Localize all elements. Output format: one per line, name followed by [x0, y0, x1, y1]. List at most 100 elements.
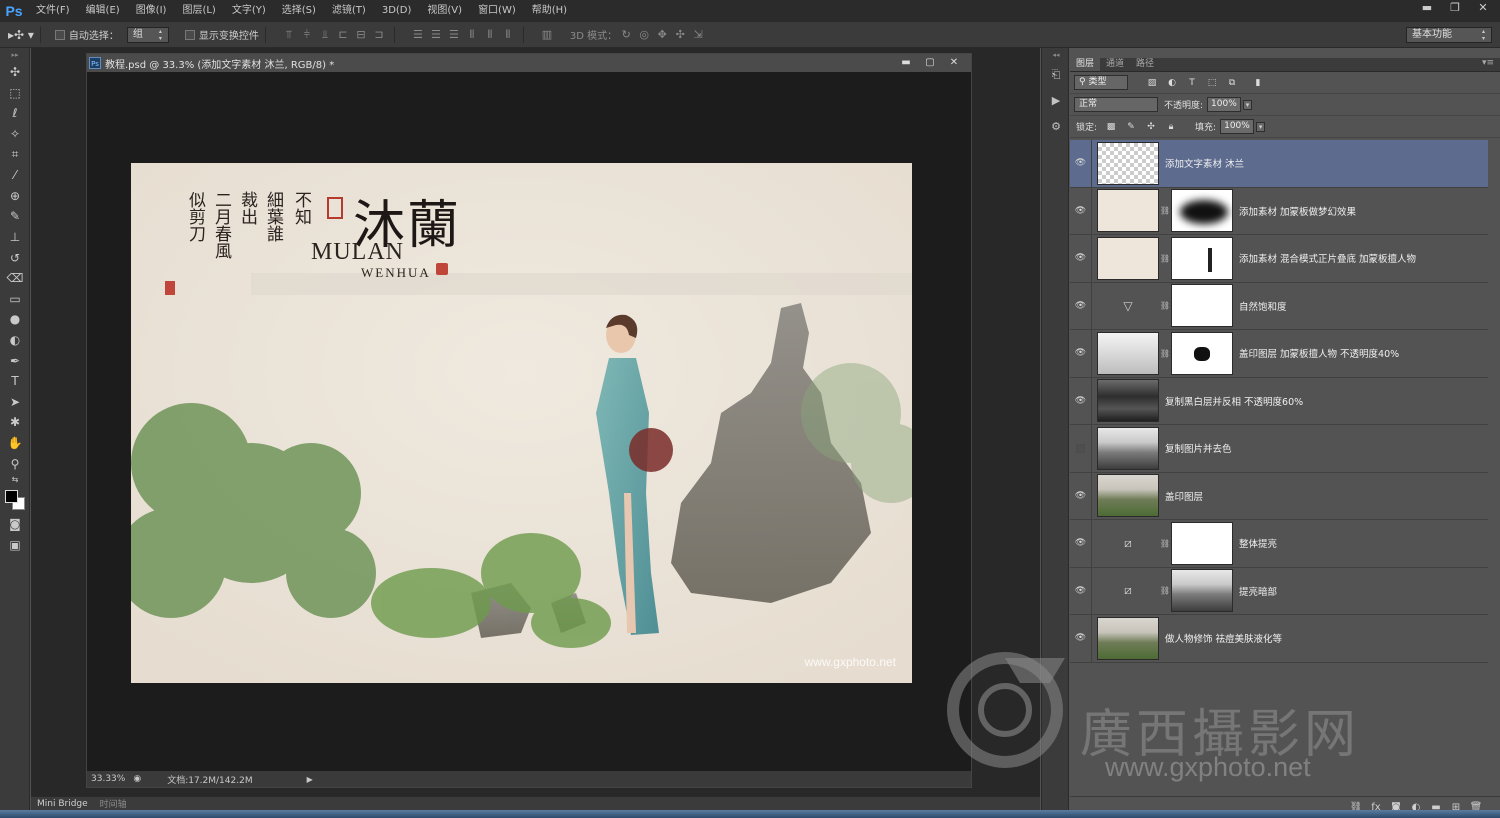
type-tool-icon[interactable]: T	[0, 371, 30, 392]
layer-name[interactable]: 做人物修饰 祛痘美肤液化等	[1165, 631, 1282, 645]
layer-row[interactable]: 👁︎ ▽ ⛓ 自然饱和度	[1070, 282, 1488, 330]
visibility-eye-icon[interactable]: 👁︎	[1070, 234, 1092, 282]
actions-panel-icon[interactable]: ▶	[1042, 88, 1070, 114]
distribute-top-icon[interactable]: ☰	[412, 28, 424, 41]
align-left-icon[interactable]: ⊏	[337, 28, 349, 41]
menu-edit[interactable]: 编辑(E)	[78, 0, 128, 22]
filter-kind-dropdown[interactable]: ⚲ 类型	[1074, 75, 1128, 90]
color-swatches[interactable]	[0, 486, 30, 514]
canvas-image[interactable]: 沐蘭 MULAN WENHUA 不知 細葉誰 裁出 二月春風 似剪刀 www.g…	[131, 163, 912, 683]
layer-name[interactable]: 添加文字素材 沐兰	[1165, 156, 1244, 170]
zoom-level[interactable]: 33.33%	[91, 774, 125, 784]
layer-row[interactable]: 👁︎ ⛓ 盖印图层 加蒙板擅人物 不透明度40%	[1070, 329, 1488, 378]
lock-transparent-icon[interactable]: ▩	[1105, 121, 1117, 133]
path-selection-tool-icon[interactable]: ➤	[0, 392, 30, 413]
dodge-tool-icon[interactable]: ◐	[0, 330, 30, 351]
distribute-right-icon[interactable]: ⦀	[502, 28, 514, 41]
align-bottom-icon[interactable]: ⫫	[319, 28, 331, 41]
layer-name[interactable]: 复制图片并去色	[1165, 441, 1232, 455]
clone-stamp-tool-icon[interactable]: ⊥	[0, 227, 30, 248]
magic-wand-tool-icon[interactable]: ✧	[0, 124, 30, 145]
document-tab[interactable]: Ps 教程.psd @ 33.3% (添加文字素材 沐兰, RGB/8) * ▬…	[87, 54, 971, 72]
doc-minimize-icon[interactable]: ▬	[895, 55, 917, 70]
doc-maximize-icon[interactable]: ▢	[919, 55, 941, 70]
menu-image[interactable]: 图像(I)	[128, 0, 175, 22]
panel-menu-icon[interactable]: ▾≡	[1482, 58, 1494, 68]
menu-layer[interactable]: 图层(L)	[174, 0, 223, 22]
foreground-color[interactable]	[5, 489, 18, 503]
marquee-tool-icon[interactable]: ⬚	[0, 83, 30, 104]
panel-collapse-icon[interactable]: ▸▸	[0, 48, 30, 62]
visibility-eye-icon[interactable]: 👁︎	[1070, 567, 1092, 615]
mask-link-icon[interactable]: ⛓	[1159, 349, 1171, 358]
visibility-eye-icon[interactable]: 👁︎	[1070, 187, 1092, 235]
filter-smart-object-icon[interactable]: ⧉	[1226, 77, 1238, 89]
3d-rotate-icon[interactable]: ↻	[620, 28, 632, 41]
quick-mask-icon[interactable]: ◙	[0, 514, 30, 535]
history-brush-tool-icon[interactable]: ↺	[0, 247, 30, 268]
zoom-tool-icon[interactable]: ⚲	[0, 453, 30, 474]
mask-link-icon[interactable]: ⛓	[1159, 586, 1171, 595]
fill-dropdown-icon[interactable]: ▾	[1255, 121, 1266, 132]
checkbox-box[interactable]	[184, 29, 195, 40]
layer-row[interactable]: 👁︎ 添加文字素材 沐兰	[1070, 139, 1488, 188]
layer-row[interactable]: 👁︎ ⛓ 添加素材 混合模式正片叠底 加蒙板擅人物	[1070, 234, 1488, 283]
auto-align-layers-icon[interactable]: ▥	[541, 28, 553, 41]
close-icon[interactable]: ✕	[1470, 0, 1496, 16]
layer-row[interactable]: 👁︎ ⧄ ⛓ 提亮暗部	[1070, 567, 1488, 615]
healing-brush-tool-icon[interactable]: ⊕	[0, 186, 30, 207]
eyedropper-tool-icon[interactable]: ⁄	[0, 165, 30, 186]
align-right-icon[interactable]: ⊐	[373, 28, 385, 41]
menu-view[interactable]: 视图(V)	[419, 0, 470, 22]
brush-tool-icon[interactable]: ✎	[0, 206, 30, 227]
eraser-tool-icon[interactable]: ⌫	[0, 268, 30, 289]
layer-name[interactable]: 提亮暗部	[1239, 584, 1277, 598]
filter-adjustment-icon[interactable]: ◐	[1166, 77, 1178, 89]
tab-mini-bridge[interactable]: Mini Bridge	[31, 799, 94, 809]
tab-paths[interactable]: 路径	[1130, 58, 1160, 71]
filter-pixel-icon[interactable]: ▨	[1146, 77, 1158, 89]
move-tool-preset[interactable]: ▸✣ ▾	[8, 28, 34, 42]
layer-name[interactable]: 自然饱和度	[1239, 299, 1287, 313]
distribute-left-icon[interactable]: ⦀	[466, 28, 478, 41]
visibility-eye-icon[interactable]: 👁︎	[1070, 377, 1092, 425]
show-transform-checkbox[interactable]: 显示变换控件	[184, 27, 259, 42]
workspace-dropdown[interactable]: 基本功能	[1406, 27, 1492, 43]
filter-shape-icon[interactable]: ⬚	[1206, 77, 1218, 89]
3d-pan-icon[interactable]: ✥	[656, 28, 668, 41]
mask-link-icon[interactable]: ⛓	[1159, 539, 1171, 548]
menu-3d[interactable]: 3D(D)	[374, 0, 420, 22]
history-panel-icon[interactable]: ⎗	[1042, 62, 1070, 88]
filter-type-icon[interactable]: T	[1186, 77, 1198, 89]
opacity-dropdown-icon[interactable]: ▾	[1242, 99, 1253, 110]
auto-select-checkbox[interactable]: 自动选择：	[54, 27, 119, 42]
visibility-eye-icon[interactable]: 👁︎	[1070, 329, 1092, 377]
restore-icon[interactable]: ❐	[1442, 0, 1468, 16]
pen-tool-icon[interactable]: ✒	[0, 350, 30, 371]
visibility-toggle-hidden[interactable]	[1070, 424, 1092, 472]
lock-all-icon[interactable]: 🔒︎	[1165, 121, 1177, 133]
layer-name[interactable]: 添加素材 加蒙板做梦幻效果	[1239, 204, 1356, 218]
menu-filter[interactable]: 滤镜(T)	[324, 0, 374, 22]
swap-colors-icon[interactable]: ⇆	[0, 474, 30, 486]
align-top-icon[interactable]: ⫪	[283, 28, 295, 41]
minimize-icon[interactable]: ▬	[1414, 0, 1440, 16]
tab-timeline[interactable]: 时间轴	[94, 797, 133, 810]
blur-tool-icon[interactable]: ●	[0, 309, 30, 330]
layer-name[interactable]: 整体提亮	[1239, 536, 1277, 550]
properties-panel-icon[interactable]: ⚙	[1042, 114, 1070, 140]
layer-name[interactable]: 盖印图层 加蒙板擅人物 不透明度40%	[1239, 346, 1399, 360]
auto-align-icon[interactable]: ▥	[538, 28, 556, 41]
screen-mode-icon[interactable]: ▣	[0, 534, 30, 555]
mask-link-icon[interactable]: ⛓	[1159, 254, 1171, 263]
distribute-vcenter-icon[interactable]: ☰	[430, 28, 442, 41]
layer-name[interactable]: 复制黑白层并反相 不透明度60%	[1165, 394, 1303, 408]
tab-layers[interactable]: 图层	[1070, 58, 1101, 71]
lock-image-icon[interactable]: ✎	[1125, 121, 1137, 133]
visibility-eye-icon[interactable]: 👁︎	[1070, 282, 1092, 330]
menu-help[interactable]: 帮助(H)	[524, 0, 575, 22]
menu-select[interactable]: 选择(S)	[274, 0, 324, 22]
layer-row[interactable]: 👁︎ ⛓ 添加素材 加蒙板做梦幻效果	[1070, 187, 1488, 235]
visibility-eye-icon[interactable]: 👁︎	[1070, 139, 1092, 187]
fill-input[interactable]: 100%	[1220, 119, 1254, 134]
